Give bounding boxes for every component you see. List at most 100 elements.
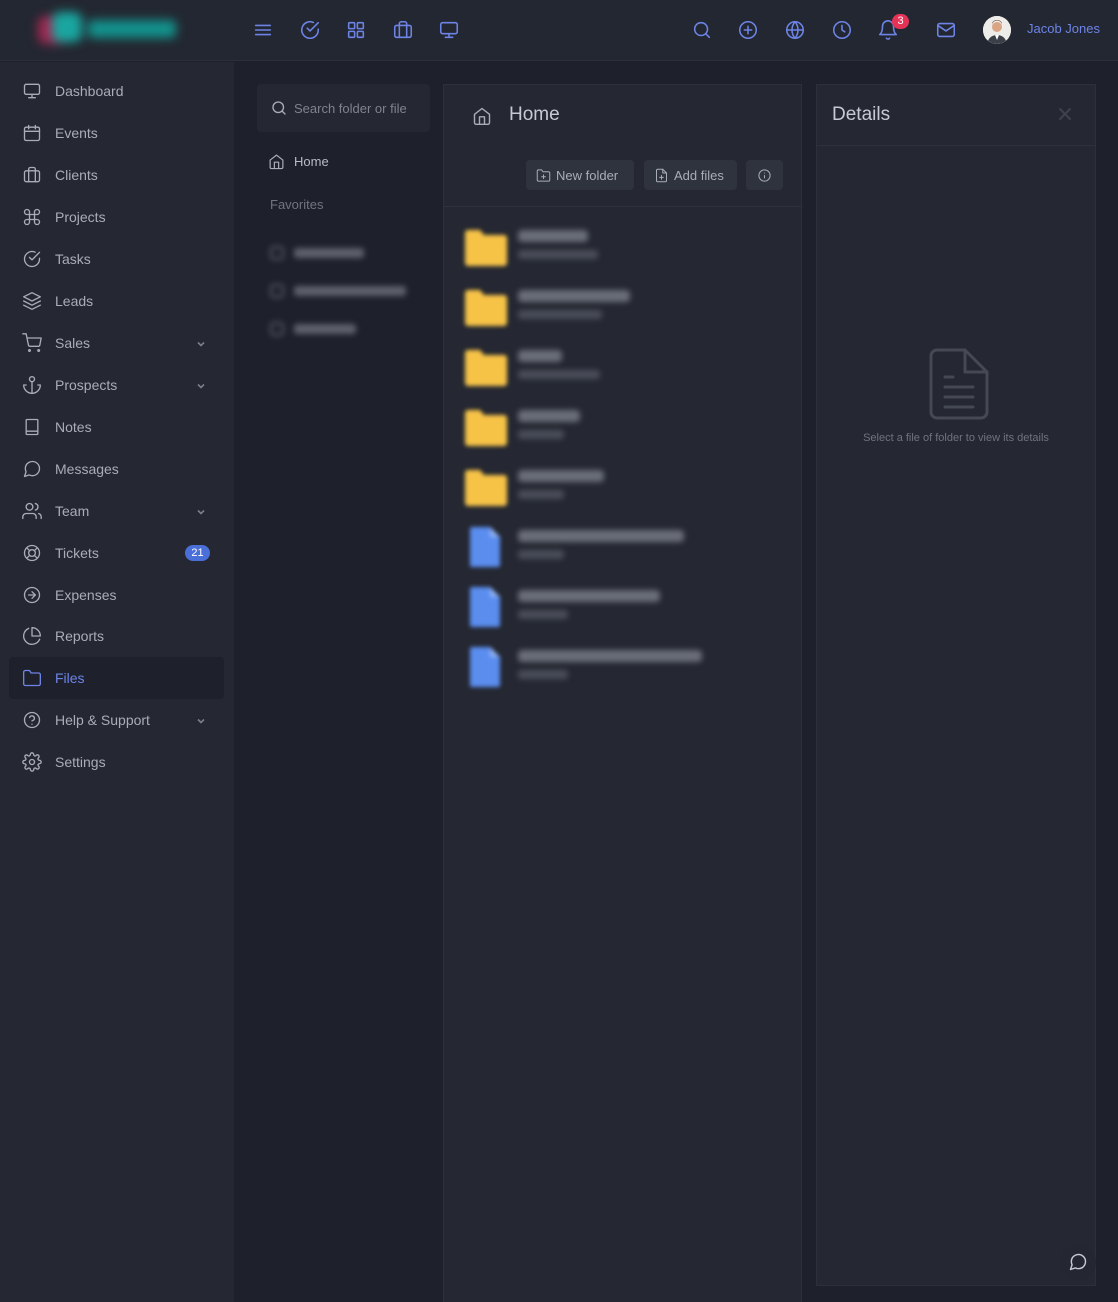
- folder-nav-home-label: Home: [294, 154, 329, 169]
- folder-icon: [462, 345, 510, 389]
- search-icon[interactable]: [691, 19, 713, 41]
- anchor-icon: [22, 375, 42, 395]
- chevron-down-icon[interactable]: [195, 505, 207, 517]
- details-title: Details: [832, 104, 891, 125]
- sidebar-item-projects[interactable]: Projects: [9, 196, 224, 238]
- pie-chart-icon: [22, 626, 42, 646]
- sidebar-item-prospects[interactable]: Prospects: [9, 364, 224, 406]
- message-circle-icon: [1069, 1253, 1087, 1271]
- files-panel-header: Home New folder Add files: [444, 85, 801, 207]
- folder-icon: [462, 465, 510, 509]
- sidebar-item-label: Leads: [55, 293, 94, 309]
- sidebar-item-label: Reports: [55, 628, 105, 644]
- briefcase-icon[interactable]: [392, 19, 414, 41]
- check-circle-icon: [22, 249, 42, 269]
- folder-row[interactable]: [462, 340, 782, 392]
- globe-icon[interactable]: [784, 19, 806, 41]
- file-row[interactable]: [462, 520, 782, 572]
- sidebar-item-clients[interactable]: Clients: [9, 154, 224, 196]
- add-files-button[interactable]: Add files: [644, 160, 737, 190]
- folder-icon: [462, 225, 510, 269]
- sidebar-item-label: Projects: [55, 209, 106, 225]
- sidebar-item-label: Tasks: [55, 251, 91, 267]
- sidebar-item-messages[interactable]: Messages: [9, 448, 224, 490]
- sidebar-item-notes[interactable]: Notes: [9, 406, 224, 448]
- layers-icon: [22, 291, 42, 311]
- sidebar-item-files[interactable]: Files: [9, 657, 224, 699]
- folder-row[interactable]: [462, 220, 782, 272]
- favorite-item[interactable]: [268, 319, 368, 339]
- document-icon: [927, 347, 991, 421]
- folder-icon: [22, 668, 42, 688]
- search-input[interactable]: [294, 97, 426, 119]
- user-name[interactable]: Jacob Jones: [1027, 21, 1100, 36]
- brand-logo[interactable]: [30, 10, 180, 50]
- folder-row[interactable]: [462, 400, 782, 452]
- details-header: Details: [817, 85, 1095, 146]
- sidebar-item-events[interactable]: Events: [9, 112, 224, 154]
- plus-circle-icon[interactable]: [737, 19, 759, 41]
- file-icon: [462, 585, 510, 629]
- message-circle-icon: [22, 459, 42, 479]
- sidebar-item-expenses[interactable]: Expenses: [9, 574, 224, 616]
- favorites-heading: Favorites: [270, 197, 324, 212]
- folder-icon: [462, 285, 510, 329]
- sidebar-item-dashboard[interactable]: Dashboard: [9, 70, 224, 112]
- command-icon: [22, 207, 42, 227]
- new-folder-label: New folder: [556, 168, 619, 183]
- add-files-label: Add files: [674, 168, 724, 183]
- folder-row[interactable]: [462, 280, 782, 332]
- notification-count-badge: 3: [892, 14, 909, 29]
- sidebar-item-label: Prospects: [55, 377, 118, 393]
- file-icon: [462, 525, 510, 569]
- arrow-right-circle-icon: [22, 585, 42, 605]
- new-folder-button[interactable]: New folder: [526, 160, 634, 190]
- chevron-down-icon[interactable]: [195, 337, 207, 349]
- sidebar-item-label: Expenses: [55, 587, 117, 603]
- close-icon[interactable]: [1057, 106, 1073, 122]
- life-buoy-icon: [22, 543, 42, 563]
- file-row[interactable]: [462, 580, 782, 632]
- favorite-item[interactable]: [268, 243, 378, 263]
- info-button[interactable]: [746, 160, 783, 190]
- info-icon: [757, 168, 772, 183]
- users-icon: [22, 501, 42, 521]
- sidebar-item-label: Clients: [55, 167, 98, 183]
- sidebar-item-tasks[interactable]: Tasks: [9, 238, 224, 280]
- sidebar-item-settings[interactable]: Settings: [9, 741, 224, 783]
- chevron-down-icon[interactable]: [195, 379, 207, 391]
- folder-row[interactable]: [462, 460, 782, 512]
- file-row[interactable]: [462, 640, 782, 692]
- clock-icon[interactable]: [831, 19, 853, 41]
- sidebar: Dashboard Events Clients Projects Tasks …: [0, 62, 234, 1302]
- user-avatar[interactable]: [983, 16, 1011, 44]
- grid-icon[interactable]: [345, 19, 367, 41]
- mail-icon[interactable]: [935, 19, 957, 41]
- briefcase-icon: [22, 165, 42, 185]
- sidebar-item-label: Messages: [55, 461, 119, 477]
- menu-icon[interactable]: [252, 19, 274, 41]
- monitor-icon[interactable]: [438, 19, 460, 41]
- current-folder-title: Home: [509, 104, 560, 125]
- sidebar-item-label: Notes: [55, 419, 92, 435]
- chevron-down-icon[interactable]: [195, 714, 207, 726]
- tasks-check-icon[interactable]: [299, 19, 321, 41]
- home-icon: [472, 106, 492, 126]
- help-circle-icon: [22, 710, 42, 730]
- book-icon: [22, 417, 42, 437]
- sidebar-item-team[interactable]: Team: [9, 490, 224, 532]
- sidebar-item-leads[interactable]: Leads: [9, 280, 224, 322]
- top-bar: 3 Jacob Jones: [0, 0, 1118, 61]
- sidebar-item-label: Tickets: [55, 545, 99, 561]
- cart-icon: [22, 333, 42, 353]
- favorite-item[interactable]: [268, 281, 418, 301]
- folder-search: [257, 84, 430, 132]
- sidebar-item-sales[interactable]: Sales: [9, 322, 224, 364]
- folder-plus-icon: [536, 168, 551, 183]
- sidebar-item-label: Settings: [55, 754, 106, 770]
- sidebar-item-help-support[interactable]: Help & Support: [9, 699, 224, 741]
- chat-button[interactable]: [1060, 1244, 1096, 1280]
- sidebar-item-reports[interactable]: Reports: [9, 615, 224, 657]
- sidebar-item-tickets[interactable]: Tickets 21: [9, 532, 224, 574]
- sidebar-item-label: Files: [55, 670, 85, 686]
